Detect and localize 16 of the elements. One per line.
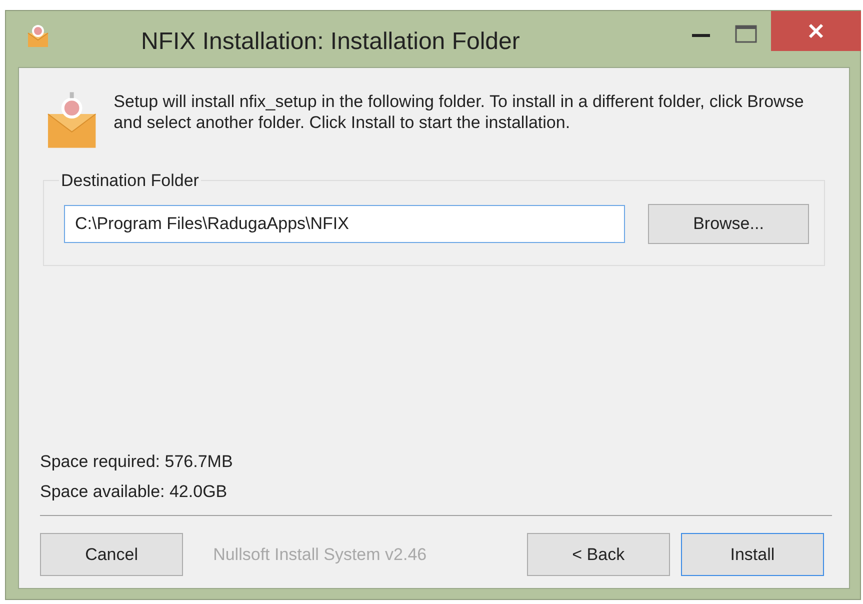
space-info-text: Space available: 42.0GB (40, 481, 228, 503)
maximize-icon (735, 25, 757, 43)
folder-path-field[interactable]: C:\Program Files\RadugaApps\NFIX (64, 205, 625, 243)
envelope-icon (46, 90, 98, 150)
browse-button[interactable]: Browse... (648, 204, 809, 244)
close-icon (808, 23, 824, 39)
window-title: NFIX Installation: Installation Folder (141, 27, 520, 57)
space-info-text: Space required: 576.7MB (40, 451, 234, 473)
branding-text: Nullsoft Install System v2.46 (213, 544, 428, 566)
close-button[interactable] (771, 11, 861, 51)
minimize-icon (692, 34, 710, 36)
envelope-icon (26, 23, 50, 49)
dialog-button[interactable]: Install (680, 533, 824, 576)
dialog-button[interactable]: < Back (526, 533, 670, 576)
dialog-button[interactable]: Cancel (40, 533, 184, 576)
instruction-text: Setup will install nfix_setup in the following folder. To install in a different folder, click Browse and select another folder. Click Install to start the installation. (114, 91, 805, 134)
